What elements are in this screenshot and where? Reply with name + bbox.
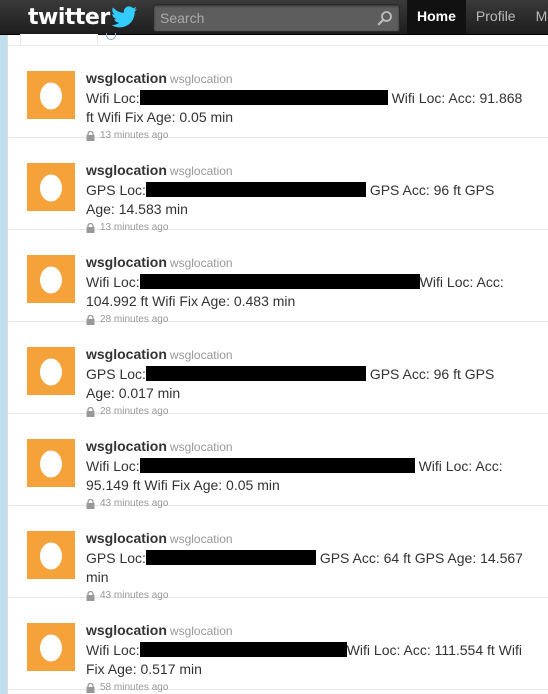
tweet-text: Wifi Loc: Wifi Loc: Acc: 95.149 ft Wifi … bbox=[86, 457, 526, 495]
redaction-bar bbox=[139, 642, 347, 657]
nav-profile[interactable]: Profile bbox=[466, 0, 526, 34]
tweet-text: Wifi Loc: Wifi Loc: Acc: 91.868 ft Wifi … bbox=[86, 89, 526, 127]
screen-name[interactable]: wsglocation bbox=[86, 70, 167, 86]
tweet-item[interactable]: wsglocation wsglocation Wifi Loc: Wifi Lo… bbox=[8, 45, 548, 141]
top-nav: Home Profile Me bbox=[407, 0, 548, 34]
tweet-text: GPS Loc: GPS Acc: 96 ft GPS Age: 0.017 m… bbox=[86, 365, 526, 403]
screen-name[interactable]: wsglocation bbox=[86, 622, 167, 638]
search-box bbox=[153, 4, 400, 32]
redaction-bar bbox=[145, 366, 366, 381]
redaction-bar bbox=[145, 182, 366, 197]
avatar[interactable] bbox=[27, 531, 75, 579]
redaction-bar bbox=[145, 550, 316, 565]
screen-name[interactable]: wsglocation bbox=[86, 254, 167, 270]
tweet-text-prefix: GPS Loc: bbox=[86, 366, 146, 382]
screen-name[interactable]: wsglocation bbox=[86, 162, 167, 178]
tweet-text: Wifi Loc: Wifi Loc: Acc: 104.992 ft Wifi … bbox=[86, 273, 526, 311]
tweet-item[interactable]: wsglocation wsglocation GPS Loc: GPS Acc:… bbox=[8, 137, 548, 233]
twitter-logo[interactable]: twitter bbox=[28, 4, 138, 30]
avatar[interactable] bbox=[27, 623, 75, 671]
timeline: wsglocation wsglocation Wifi Loc: Wifi Lo… bbox=[7, 33, 548, 694]
egg-icon bbox=[40, 82, 62, 110]
search-input[interactable] bbox=[154, 5, 375, 31]
tweet-text: GPS Loc: GPS Acc: 64 ft GPS Age: 14.567 … bbox=[86, 549, 526, 587]
tweet-item[interactable]: wsglocation wsglocation GPS Loc: GPS Acc:… bbox=[8, 321, 548, 417]
user-handle[interactable]: wsglocation bbox=[170, 256, 233, 270]
redaction-bar bbox=[139, 458, 415, 473]
nav-home[interactable]: Home bbox=[407, 0, 466, 34]
egg-icon bbox=[40, 542, 62, 570]
refresh-icon[interactable] bbox=[106, 33, 116, 40]
timestamp[interactable]: 58 minutes ago bbox=[100, 681, 168, 694]
tweet-text-prefix: Wifi Loc: bbox=[86, 274, 140, 290]
redaction-bar bbox=[139, 90, 388, 105]
top-bar: twitter Home Profile Me bbox=[0, 0, 548, 35]
tweet-item[interactable]: wsglocation wsglocation Wifi Loc: Wifi Lo… bbox=[8, 413, 548, 509]
bird-icon bbox=[111, 6, 137, 28]
avatar[interactable] bbox=[27, 347, 75, 395]
egg-icon bbox=[40, 174, 62, 202]
avatar[interactable] bbox=[27, 163, 75, 211]
egg-icon bbox=[40, 450, 62, 478]
search-icon[interactable] bbox=[377, 10, 393, 26]
redaction-bar bbox=[139, 274, 420, 289]
logo-text: twitter bbox=[28, 4, 110, 30]
user-handle[interactable]: wsglocation bbox=[170, 624, 233, 638]
tweet-item[interactable]: wsglocation wsglocation GPS Loc: GPS Acc:… bbox=[8, 505, 548, 601]
tweet-text-prefix: GPS Loc: bbox=[86, 182, 146, 198]
user-handle[interactable]: wsglocation bbox=[170, 72, 233, 86]
user-handle[interactable]: wsglocation bbox=[170, 532, 233, 546]
nav-messages[interactable]: Me bbox=[526, 0, 548, 34]
egg-icon bbox=[40, 634, 62, 662]
tweet-text-prefix: GPS Loc: bbox=[86, 550, 146, 566]
egg-icon bbox=[40, 358, 62, 386]
tweet-item[interactable]: wsglocation wsglocation Wifi Loc: Wifi Loc… bbox=[8, 597, 548, 693]
tweet-text: Wifi Loc: Wifi Loc: Acc: 111.554 ft Wifi … bbox=[86, 641, 526, 679]
egg-icon bbox=[40, 266, 62, 294]
screen-name[interactable]: wsglocation bbox=[86, 438, 167, 454]
avatar[interactable] bbox=[27, 71, 75, 119]
tweet-text-prefix: Wifi Loc: bbox=[86, 458, 140, 474]
user-handle[interactable]: wsglocation bbox=[170, 440, 233, 454]
user-handle[interactable]: wsglocation bbox=[170, 164, 233, 178]
user-handle[interactable]: wsglocation bbox=[170, 348, 233, 362]
avatar[interactable] bbox=[27, 439, 75, 487]
screen-name[interactable]: wsglocation bbox=[86, 346, 167, 362]
lock-icon bbox=[86, 682, 95, 693]
tweet-text-prefix: Wifi Loc: bbox=[86, 642, 140, 658]
tweet-text: GPS Loc: GPS Acc: 96 ft GPS Age: 14.583 … bbox=[86, 181, 526, 219]
tweet-item[interactable]: wsglocation wsglocation Wifi Loc: Wifi Loc… bbox=[8, 229, 548, 325]
tweet-text-prefix: Wifi Loc: bbox=[86, 90, 140, 106]
screen-name[interactable]: wsglocation bbox=[86, 530, 167, 546]
avatar[interactable] bbox=[27, 255, 75, 303]
